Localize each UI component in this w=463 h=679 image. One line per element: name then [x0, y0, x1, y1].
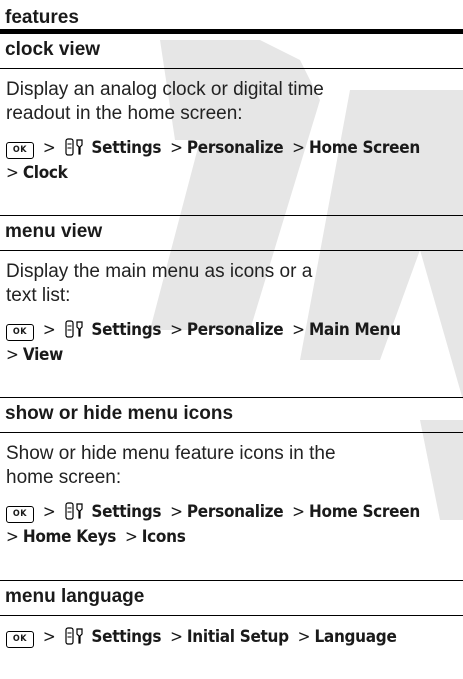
path-step: Home Keys: [22, 527, 117, 547]
section-description: Display the main menu as icons or a text…: [6, 261, 313, 306]
section-title-menu-view: menu view: [0, 216, 463, 251]
table-header: features: [0, 0, 463, 34]
table-header-title: features: [5, 7, 79, 28]
path-step: Settings: [91, 138, 162, 158]
section-title-show-hide-icons: show or hide menu icons: [0, 398, 463, 433]
path-step: Main Menu: [309, 320, 401, 340]
settings-icon: [64, 502, 83, 520]
path-step: Initial Setup: [186, 627, 289, 647]
section-title-menu-language: menu language: [0, 581, 463, 616]
path-step: Language: [314, 627, 397, 647]
menu-path: OK > Settings > Personalize > Main Menu > V…: [6, 320, 401, 365]
ok-key-icon: OK: [6, 142, 34, 159]
path-step: View: [22, 345, 63, 365]
path-step: Personalize: [186, 138, 284, 158]
section-title-clock-view: clock view: [0, 34, 463, 69]
path-step: Icons: [141, 527, 186, 547]
ok-key-icon: OK: [6, 631, 34, 648]
section-body-show-hide-icons: Show or hide menu feature icons in the h…: [0, 442, 463, 581]
path-step: Settings: [91, 627, 162, 647]
settings-icon: [64, 627, 83, 645]
menu-path: OK > Settings > Initial Setup > Language: [6, 625, 457, 650]
menu-path: OK > Settings > Personalize > Home Screen …: [6, 502, 420, 547]
settings-icon: [64, 320, 83, 338]
path-step: Personalize: [186, 320, 284, 340]
section-description: Show or hide menu feature icons in the h…: [6, 443, 336, 488]
section-body-menu-view: Display the main menu as icons or a text…: [0, 260, 463, 398]
section-body-menu-language: OK > Settings > Initial Setup > Language: [0, 625, 463, 675]
ok-key-icon: OK: [6, 506, 34, 523]
path-step: Home Screen: [309, 138, 420, 158]
ok-key-icon: OK: [6, 324, 34, 341]
settings-icon: [64, 138, 83, 156]
path-step: Clock: [22, 163, 68, 183]
path-step: Settings: [91, 320, 162, 340]
path-step: Personalize: [186, 502, 284, 522]
section-description: Display an analog clock or digital time …: [6, 79, 324, 124]
section-body-clock-view: Display an analog clock or digital time …: [0, 78, 463, 216]
path-step: Home Screen: [309, 502, 420, 522]
path-step: Settings: [91, 502, 162, 522]
menu-path: OK > Settings > Personalize > Home Screen …: [6, 138, 420, 183]
